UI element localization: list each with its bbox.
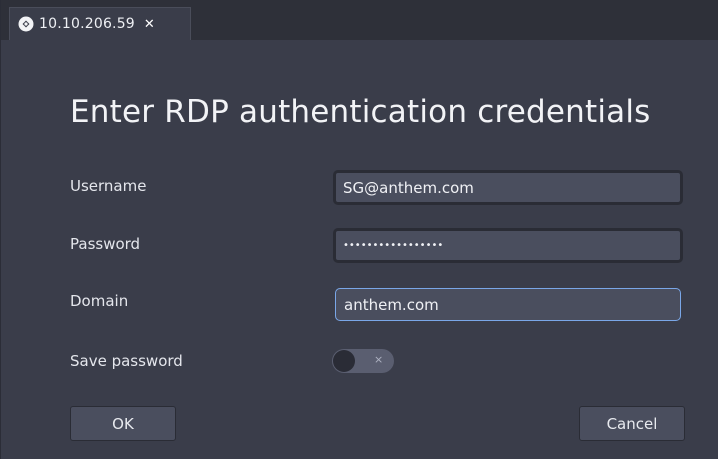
domain-label: Domain	[70, 292, 129, 310]
toggle-knob	[333, 350, 355, 372]
username-field[interactable]	[333, 170, 683, 205]
tab-bar: 10.10.206.59 ✕	[1, 0, 718, 40]
ok-button[interactable]: OK	[70, 406, 176, 441]
cancel-button[interactable]: Cancel	[579, 406, 685, 441]
dialog-title: Enter RDP authentication credentials	[70, 94, 651, 130]
toggle-off-icon: ×	[374, 353, 384, 366]
close-icon[interactable]: ✕	[144, 17, 155, 32]
rdp-auth-window: 10.10.206.59 ✕ Enter RDP authentication …	[0, 0, 718, 459]
rdp-connection-icon	[18, 16, 34, 32]
tab-title: 10.10.206.59	[39, 16, 135, 32]
username-label: Username	[70, 177, 147, 195]
tab-connection[interactable]: 10.10.206.59 ✕	[9, 7, 191, 40]
save-password-label: Save password	[70, 352, 183, 370]
password-label: Password	[70, 235, 141, 253]
domain-field[interactable]	[335, 288, 681, 321]
password-field[interactable]	[333, 228, 683, 263]
save-password-toggle[interactable]: ×	[332, 349, 394, 373]
